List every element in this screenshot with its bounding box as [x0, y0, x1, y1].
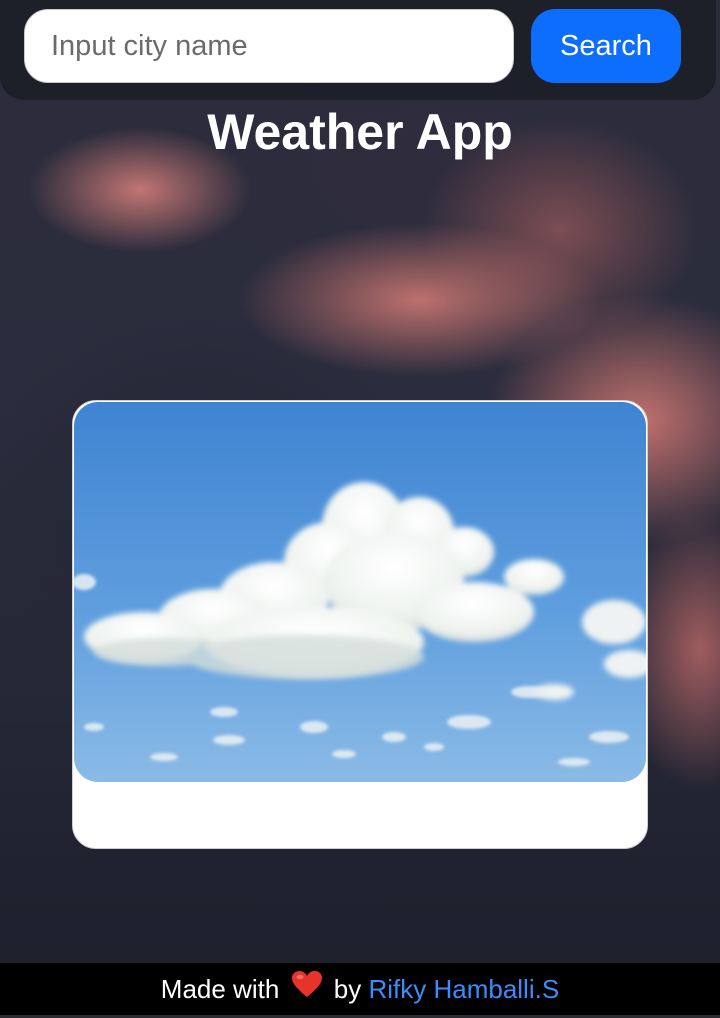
weather-card-body [73, 783, 647, 847]
search-bar: Search [0, 0, 716, 100]
footer: Made with by Rifky Hamballi.S [0, 963, 720, 1015]
search-button[interactable]: Search [531, 9, 681, 83]
page-title: Weather App [207, 104, 513, 160]
city-search-input[interactable] [24, 9, 514, 83]
cloudy-sky-image [74, 402, 646, 782]
footer-by: by [333, 974, 362, 1004]
weather-card [72, 400, 648, 849]
footer-made-with: Made with [160, 974, 280, 1004]
heart-icon [291, 963, 323, 1015]
author-link[interactable]: Rifky Hamballi.S [368, 974, 559, 1004]
